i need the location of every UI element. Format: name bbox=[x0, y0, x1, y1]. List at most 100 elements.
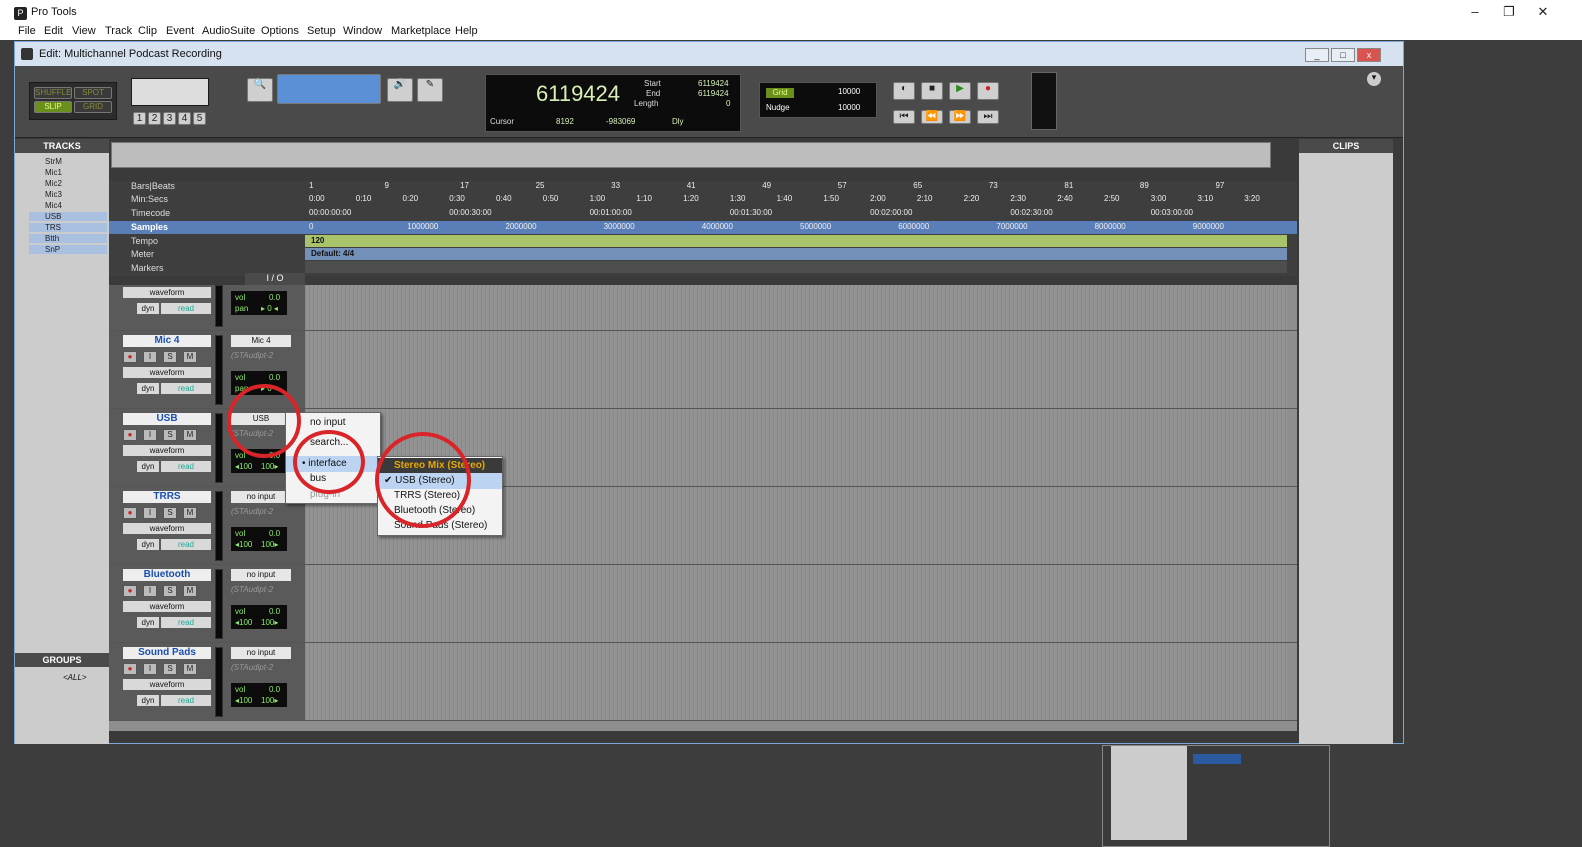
solo-button[interactable]: S bbox=[163, 585, 177, 597]
solo-button[interactable]: S bbox=[163, 507, 177, 519]
menu-edit[interactable]: Edit bbox=[44, 25, 63, 37]
track-name[interactable]: Sound Pads bbox=[123, 647, 211, 659]
stop-icon[interactable]: ■ bbox=[921, 82, 943, 100]
solo-button[interactable]: S bbox=[163, 663, 177, 675]
close-button[interactable]: ✕ bbox=[1528, 4, 1558, 22]
clips-header[interactable]: CLIPS bbox=[1299, 139, 1393, 153]
tempo-ruler[interactable]: 120 bbox=[305, 235, 1287, 247]
grid-mode-button[interactable]: GRID bbox=[74, 101, 112, 113]
input-monitor-button[interactable]: I bbox=[143, 663, 157, 675]
record-enable-button[interactable]: ● bbox=[123, 351, 137, 363]
smart-tool-group[interactable] bbox=[277, 74, 381, 104]
meter-value[interactable]: Default: 4/4 bbox=[311, 249, 354, 258]
record-enable-button[interactable]: ● bbox=[123, 507, 137, 519]
grid-value[interactable]: 10000 bbox=[838, 87, 860, 96]
track-list-item[interactable]: TRS bbox=[29, 223, 107, 232]
play-icon[interactable]: ▶ bbox=[949, 82, 971, 100]
tempo-value[interactable]: 120 bbox=[311, 236, 324, 245]
solo-button[interactable]: S bbox=[163, 429, 177, 441]
view-selector[interactable]: waveform bbox=[123, 523, 211, 534]
vol-value[interactable]: 0.0 bbox=[269, 373, 280, 382]
pan-value[interactable]: 100▸ bbox=[261, 618, 278, 627]
menu-window[interactable]: Window bbox=[343, 25, 382, 37]
pan-value[interactable]: 100▸ bbox=[261, 540, 278, 549]
playlist-button[interactable]: dyn bbox=[137, 695, 159, 706]
online-icon[interactable]: ◐ bbox=[893, 82, 915, 100]
zoom-preset-5[interactable]: 5 bbox=[193, 112, 206, 125]
menu-options[interactable]: Options bbox=[261, 25, 299, 37]
menu-help[interactable]: Help bbox=[455, 25, 478, 37]
track-playlist[interactable] bbox=[305, 565, 1287, 642]
input-selector[interactable]: no input bbox=[231, 491, 291, 503]
input-monitor-button[interactable]: I bbox=[143, 429, 157, 441]
universe-overview[interactable] bbox=[111, 142, 1271, 168]
end-value[interactable]: 6119424 bbox=[698, 89, 729, 98]
volume-pan-display[interactable]: vol 0.0 pan ▸ 0 ◂ bbox=[231, 291, 287, 315]
toolbar-options-icon[interactable]: ▾ bbox=[1367, 72, 1381, 86]
track-name[interactable]: USB bbox=[123, 413, 211, 425]
view-selector[interactable]: waveform bbox=[123, 367, 211, 378]
vol-value[interactable]: 0.0 bbox=[269, 607, 280, 616]
edit-options-row[interactable] bbox=[231, 112, 455, 126]
fast-forward-icon[interactable]: ⏩ bbox=[949, 110, 971, 124]
zoom-preset-3[interactable]: 3 bbox=[163, 112, 176, 125]
menu-clip[interactable]: Clip bbox=[138, 25, 157, 37]
output-selector[interactable]: (STAudipt-2 bbox=[231, 663, 291, 674]
menu-setup[interactable]: Setup bbox=[307, 25, 336, 37]
record-enable-button[interactable]: ● bbox=[123, 585, 137, 597]
shuffle-mode-button[interactable]: SHUFFLE bbox=[34, 87, 72, 99]
automation-mode-selector[interactable]: read bbox=[161, 695, 211, 706]
output-selector[interactable]: (STAudipt-2 bbox=[231, 585, 291, 596]
menu-event[interactable]: Event bbox=[166, 25, 194, 37]
zoom-preset-2[interactable]: 2 bbox=[148, 112, 161, 125]
groups-header[interactable]: GROUPS bbox=[15, 653, 109, 667]
markers-ruler[interactable] bbox=[305, 261, 1287, 273]
output-selector[interactable]: (STAudipt-2 bbox=[231, 507, 291, 518]
track-list-item[interactable]: USB bbox=[29, 212, 107, 221]
tracks-header[interactable]: TRACKS bbox=[15, 139, 109, 153]
restore-button[interactable]: ❐ bbox=[1494, 4, 1524, 22]
input-monitor-button[interactable]: I bbox=[143, 351, 157, 363]
edit-maximize-button[interactable]: □ bbox=[1331, 48, 1355, 62]
track-playlist[interactable] bbox=[305, 331, 1287, 408]
volume-pan-display[interactable]: vol 0.0 ◂100 100▸ bbox=[231, 605, 287, 629]
rewind-icon[interactable]: ⏪ bbox=[921, 110, 943, 124]
track-list-item[interactable]: Mic1 bbox=[45, 168, 62, 177]
playlist-button[interactable]: dyn bbox=[137, 383, 159, 394]
input-monitor-button[interactable]: I bbox=[143, 507, 157, 519]
output-selector[interactable]: (STAudipt-2 bbox=[231, 351, 291, 362]
track-list-item[interactable]: Mic2 bbox=[45, 179, 62, 188]
vol-value[interactable]: 0.0 bbox=[269, 529, 280, 538]
pan-value[interactable]: ▸ 0 ◂ bbox=[261, 304, 278, 313]
playlist-button[interactable]: dyn bbox=[137, 617, 159, 628]
track-list-item[interactable]: Mic4 bbox=[45, 201, 62, 210]
zoom-tool-icon[interactable]: 🔍 bbox=[247, 78, 273, 102]
zoom-controls[interactable] bbox=[131, 78, 209, 106]
minimize-button[interactable]: – bbox=[1460, 4, 1490, 22]
mute-button[interactable]: M bbox=[183, 429, 197, 441]
view-selector[interactable]: waveform bbox=[123, 287, 211, 298]
track-list-item[interactable]: Btth bbox=[29, 234, 107, 243]
group-all[interactable]: <ALL> bbox=[63, 673, 87, 682]
track-name[interactable]: Bluetooth bbox=[123, 569, 211, 581]
track-list-item[interactable]: Mic3 bbox=[45, 190, 62, 199]
zoom-preset-1[interactable]: 1 bbox=[133, 112, 146, 125]
automation-mode-selector[interactable]: read bbox=[161, 461, 211, 472]
record-icon[interactable]: ● bbox=[977, 82, 999, 100]
edit-close-button[interactable]: x bbox=[1357, 48, 1381, 62]
vol-value[interactable]: 0.0 bbox=[269, 685, 280, 694]
automation-mode-selector[interactable]: read bbox=[161, 539, 211, 550]
automation-mode-selector[interactable]: read bbox=[161, 383, 211, 394]
input-selector[interactable]: no input bbox=[231, 647, 291, 659]
zoom-preset-4[interactable]: 4 bbox=[178, 112, 191, 125]
vol-value[interactable]: 0.0 bbox=[269, 293, 280, 302]
track-list-item[interactable]: SnP bbox=[29, 245, 107, 254]
playlist-button[interactable]: dyn bbox=[137, 303, 159, 314]
spot-mode-button[interactable]: SPOT bbox=[74, 87, 112, 99]
pencil-tool-icon[interactable]: ✎ bbox=[417, 78, 443, 102]
meter-ruler[interactable]: Default: 4/4 bbox=[305, 248, 1287, 260]
automation-mode-selector[interactable]: read bbox=[161, 617, 211, 628]
main-counter[interactable]: 6119424 bbox=[536, 81, 620, 107]
track-name[interactable]: TRRS bbox=[123, 491, 211, 503]
view-selector[interactable]: waveform bbox=[123, 679, 211, 690]
